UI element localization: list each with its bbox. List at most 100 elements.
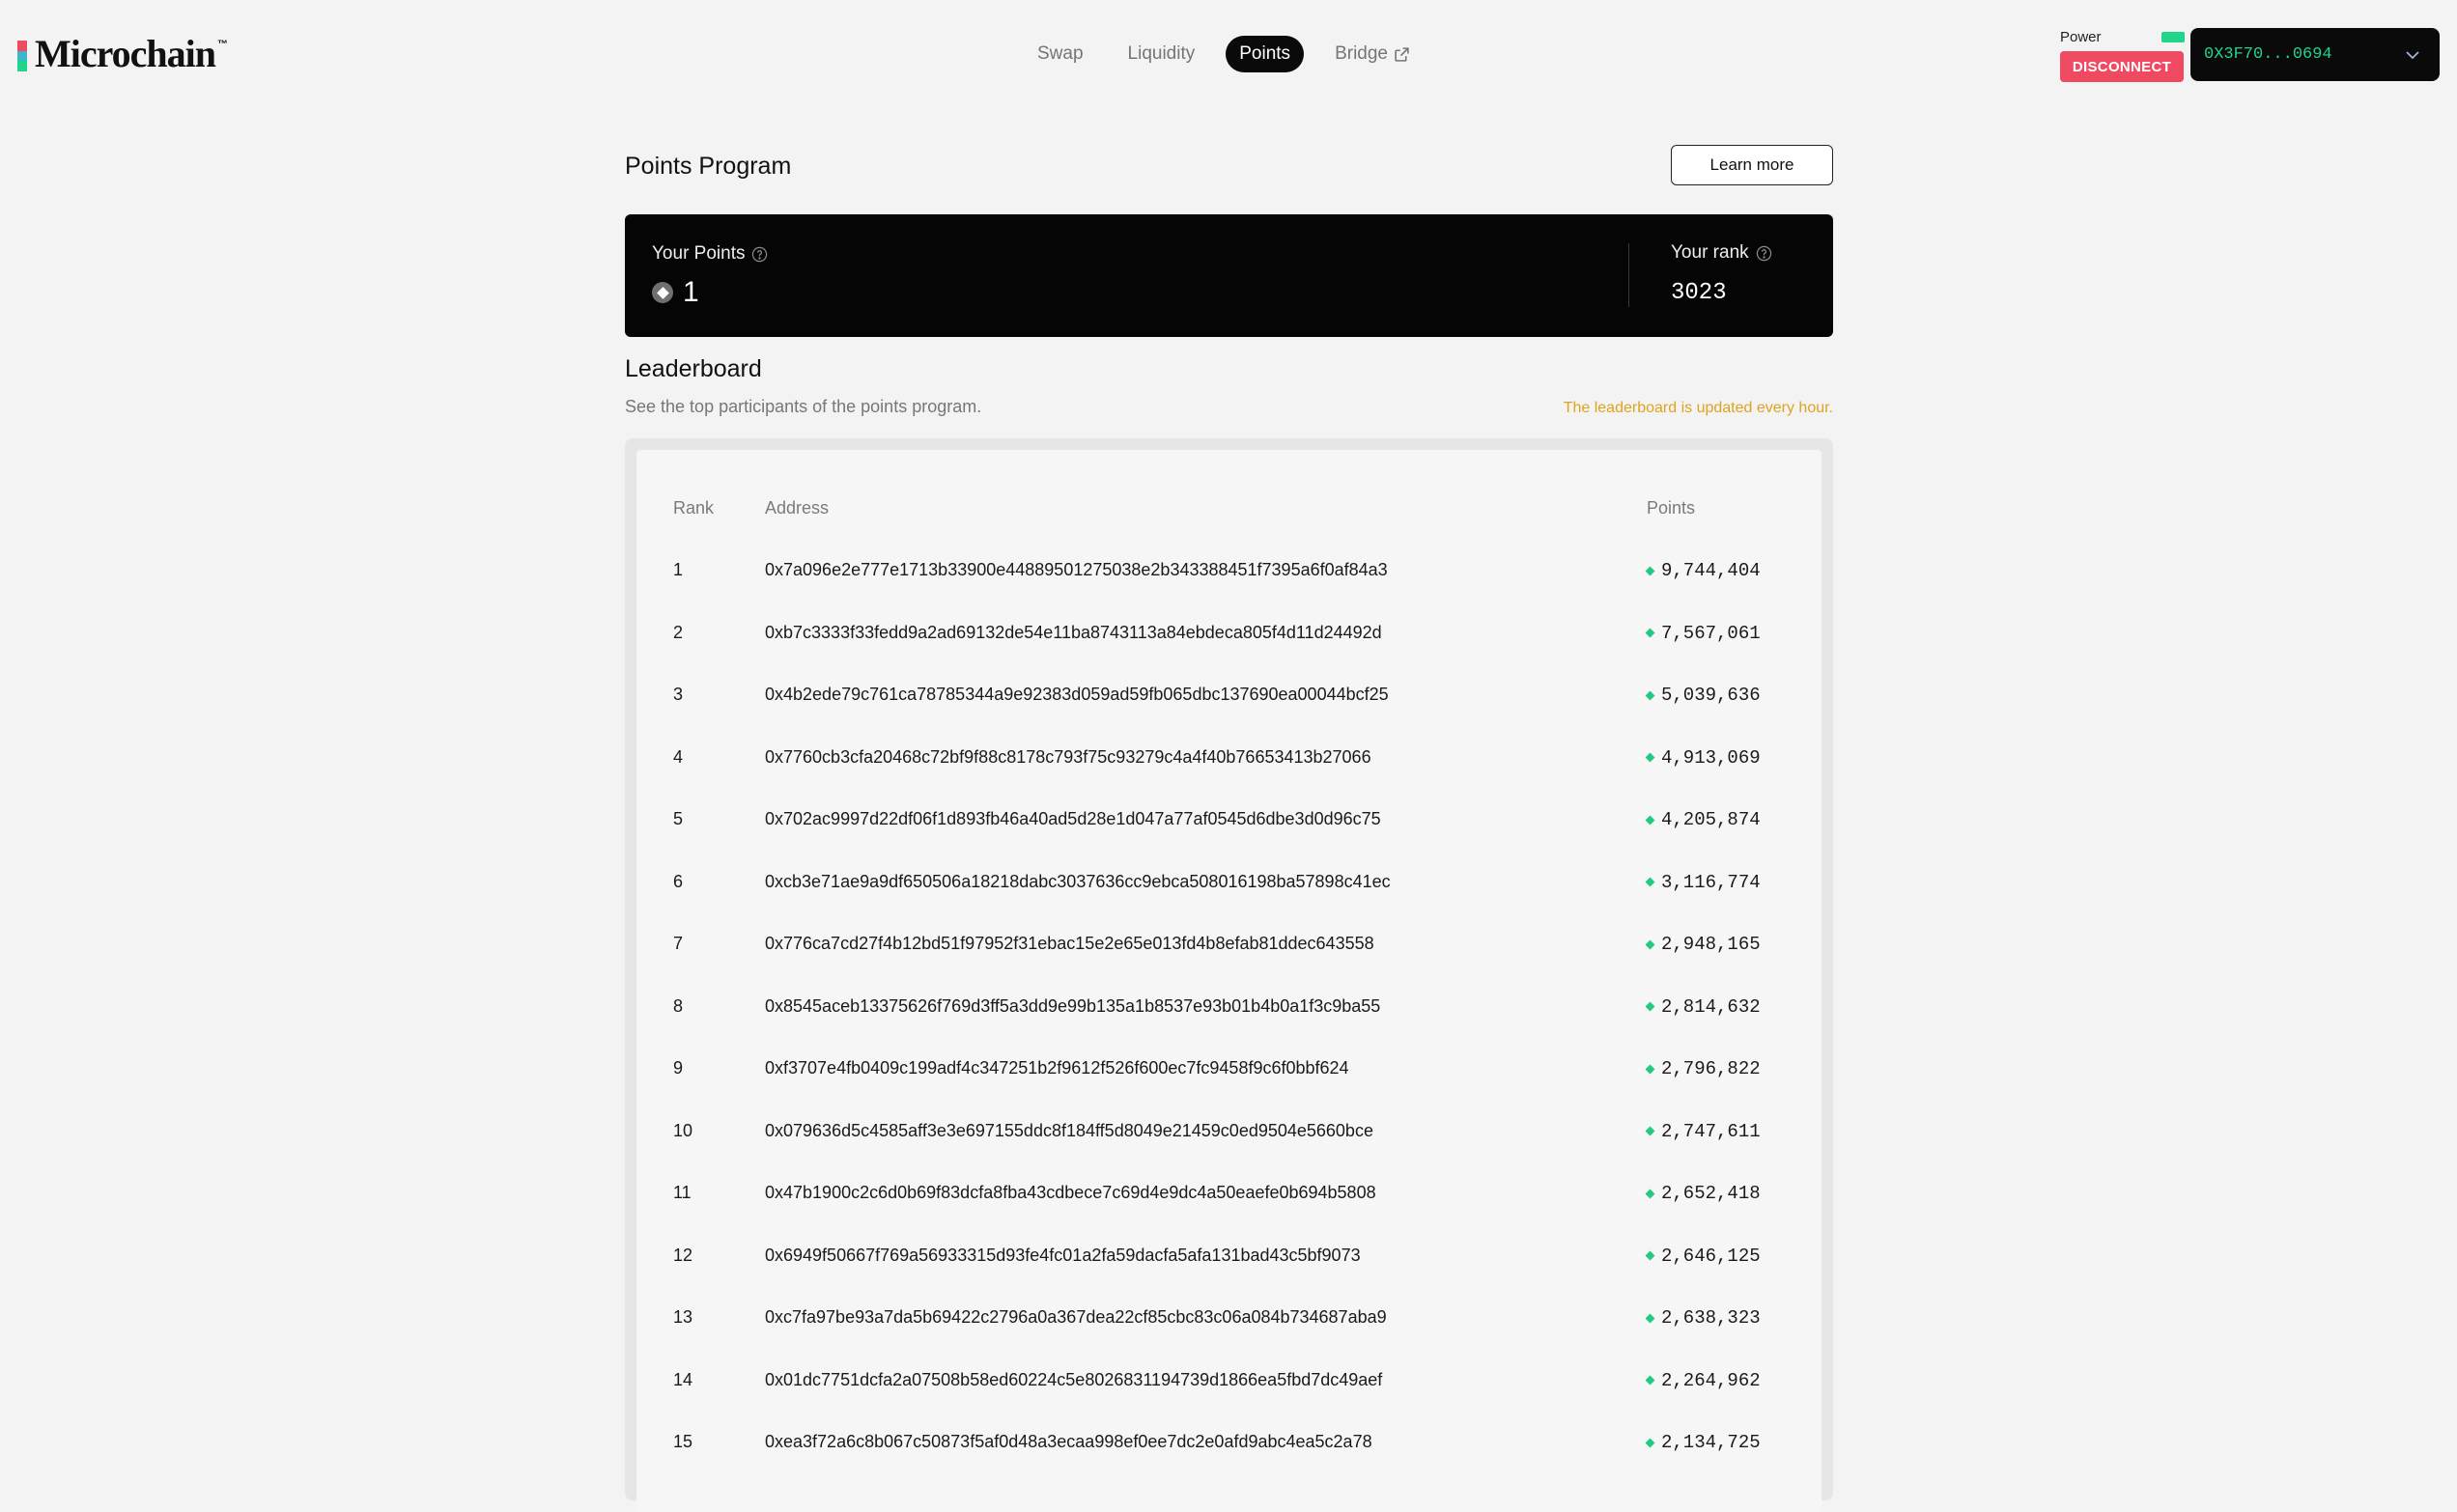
power-indicator: Power DISCONNECT [2060, 27, 2186, 83]
table-row[interactable]: 4 0x7760cb3cfa20468c72bf9f88c8178c793f75c… [636, 747, 1822, 809]
microchain-logo[interactable]: Microchain ™ [17, 31, 228, 77]
row-points-value: 2,652,418 [1661, 1183, 1761, 1204]
logo-trademark: ™ [217, 39, 229, 50]
row-address: 0x702ac9997d22df06f1d893fb46a40ad5d28e1d… [765, 809, 1381, 828]
nav-points[interactable]: Points [1226, 36, 1305, 72]
row-address: 0xc7fa97be93a7da5b69422c2796a0a367dea22c… [765, 1307, 1387, 1327]
table-row[interactable]: 2 0xb7c3333f33fedd9a2ad69132de54e11ba8743… [636, 623, 1822, 685]
row-address: 0x47b1900c2c6d0b69f83dcfa8fba43cdbece7c6… [765, 1183, 1376, 1202]
leaderboard-title: Leaderboard [625, 355, 762, 382]
row-address: 0xcb3e71ae9a9df650506a18218dabc3037636cc… [765, 871, 1391, 891]
row-rank: 11 [673, 1183, 692, 1202]
row-rank: 4 [673, 746, 684, 767]
row-points: 2,796,822 [1645, 1058, 1761, 1079]
table-row[interactable]: 8 0x8545aceb13375626f769d3ff5a3dd9e99b135… [636, 996, 1822, 1058]
your-points-value: 1 [683, 276, 699, 308]
table-row[interactable]: 14 0x01dc7751dcfa2a07508b58ed60224c5e8026… [636, 1370, 1822, 1432]
row-points: 9,744,404 [1645, 560, 1761, 581]
your-points-label: Your Points [652, 243, 746, 264]
row-points-value: 2,134,725 [1661, 1432, 1761, 1453]
nav-swap[interactable]: Swap [1024, 36, 1097, 72]
row-points-value: 2,646,125 [1661, 1245, 1761, 1267]
row-points-value: 9,744,404 [1661, 560, 1761, 581]
nav-bridge-label: Bridge [1335, 43, 1388, 64]
row-address: 0x6949f50667f769a56933315d93fe4fc01a2fa5… [765, 1245, 1361, 1265]
logo-mark-icon [17, 41, 27, 72]
top-header: Microchain ™ Swap Liquidity Points Bridg… [0, 0, 2457, 108]
row-points: 2,948,165 [1645, 934, 1761, 955]
row-points: 2,134,725 [1645, 1432, 1761, 1453]
table-row[interactable]: 9 0xf3707e4fb0409c199adf4c347251b2f9612f5… [636, 1058, 1822, 1120]
main-content: Points Program Learn more Your Points 1 … [625, 145, 1833, 1512]
table-row[interactable]: 7 0x776ca7cd27f4b12bd51f97952f31ebac15e2e… [636, 934, 1822, 995]
row-rank: 5 [673, 809, 684, 828]
row-rank: 12 [673, 1245, 693, 1265]
power-label: Power [2060, 29, 2102, 45]
table-row[interactable]: 13 0xc7fa97be93a7da5b69422c2796a0a367dea2… [636, 1307, 1822, 1369]
row-rank: 8 [673, 995, 684, 1016]
row-rank: 7 [673, 934, 684, 953]
points-diamond-icon [1645, 815, 1655, 825]
row-address: 0x4b2ede79c761ca78785344a9e92383d059ad59… [765, 685, 1389, 704]
column-header-rank: Rank [673, 498, 715, 518]
row-points-value: 2,948,165 [1661, 934, 1761, 955]
row-rank: 1 [673, 560, 684, 579]
chevron-down-icon [2406, 50, 2419, 59]
points-diamond-icon [1645, 1064, 1655, 1074]
row-address: 0x7760cb3cfa20468c72bf9f88c8178c793f75c9… [765, 746, 1371, 767]
table-row[interactable]: 1 0x7a096e2e777e1713b33900e44889501275038… [636, 560, 1822, 622]
your-rank-label-row: Your rank [1671, 242, 1772, 264]
table-row[interactable]: 11 0x47b1900c2c6d0b69f83dcfa8fba43cdbece7… [636, 1183, 1822, 1245]
row-rank: 2 [673, 622, 684, 642]
row-address: 0x7a096e2e777e1713b33900e44889501275038e… [765, 560, 1388, 579]
points-summary-card: Your Points 1 Your rank 3023 [625, 214, 1833, 337]
row-rank: 14 [673, 1369, 693, 1389]
row-points-value: 4,205,874 [1661, 809, 1761, 830]
row-address: 0xf3707e4fb0409c199adf4c347251b2f9612f52… [765, 1058, 1349, 1078]
nav-liquidity[interactable]: Liquidity [1115, 36, 1209, 72]
points-diamond-icon [1645, 1250, 1655, 1261]
table-row[interactable]: 12 0x6949f50667f769a56933315d93fe4fc01a2f… [636, 1246, 1822, 1307]
row-address: 0x776ca7cd27f4b12bd51f97952f31ebac15e2e6… [765, 934, 1374, 953]
table-row[interactable]: 10 0x079636d5c4585aff3e3e697155ddc8f184ff… [636, 1121, 1822, 1183]
your-rank-label: Your rank [1671, 242, 1749, 263]
row-points-value: 5,039,636 [1661, 685, 1761, 706]
leaderboard-table[interactable]: Rank Address Points 1 0x7a096e2e777e1713b… [636, 450, 1822, 1512]
row-points: 4,913,069 [1645, 747, 1761, 769]
logo-text: Microchain [35, 32, 216, 75]
table-row[interactable]: 15 0xea3f72a6c8b067c50873f5af0d48a3ecaa99… [636, 1432, 1822, 1494]
row-rank: 3 [673, 685, 684, 704]
row-points: 3,116,774 [1645, 871, 1761, 893]
row-points-value: 7,567,061 [1661, 622, 1761, 644]
points-title-row: Points Program Learn more [625, 145, 1833, 191]
table-row[interactable]: 5 0x702ac9997d22df06f1d893fb46a40ad5d28e1… [636, 809, 1822, 871]
row-points: 5,039,636 [1645, 685, 1761, 706]
row-rank: 6 [673, 871, 684, 891]
row-rank: 9 [673, 1058, 684, 1078]
table-row[interactable]: 6 0xcb3e71ae9a9df650506a18218dabc3037636c… [636, 872, 1822, 934]
main-nav: Swap Liquidity Points Bridge [1024, 36, 1441, 72]
page-title: Points Program [625, 153, 792, 180]
learn-more-button[interactable]: Learn more [1671, 145, 1833, 185]
nav-bridge[interactable]: Bridge [1321, 36, 1424, 72]
disconnect-button[interactable]: DISCONNECT [2060, 51, 2184, 82]
row-points-value: 3,116,774 [1661, 871, 1761, 893]
card-divider [1628, 243, 1629, 307]
row-points: 2,747,611 [1645, 1121, 1761, 1142]
wallet-address: 0X3F70...0694 [2204, 45, 2332, 64]
power-status-icon [2161, 32, 2185, 42]
row-address: 0xea3f72a6c8b067c50873f5af0d48a3ecaa998e… [765, 1432, 1372, 1451]
wallet-dropdown[interactable]: 0X3F70...0694 [2190, 28, 2440, 81]
points-diamond-icon [1645, 628, 1655, 638]
row-rank: 10 [673, 1120, 693, 1140]
table-row[interactable]: 3 0x4b2ede79c761ca78785344a9e92383d059ad5… [636, 685, 1822, 746]
row-points: 2,646,125 [1645, 1245, 1761, 1267]
row-points-value: 2,796,822 [1661, 1058, 1761, 1079]
leaderboard-table-container: Rank Address Points 1 0x7a096e2e777e1713b… [625, 438, 1833, 1512]
help-circle-icon[interactable] [1756, 245, 1772, 262]
points-diamond-icon [1645, 939, 1655, 949]
leaderboard-update-note: The leaderboard is updated every hour. [1563, 400, 1833, 416]
row-points-value: 2,814,632 [1661, 995, 1761, 1018]
help-circle-icon[interactable] [751, 246, 768, 263]
your-rank-value: 3023 [1671, 280, 1727, 306]
